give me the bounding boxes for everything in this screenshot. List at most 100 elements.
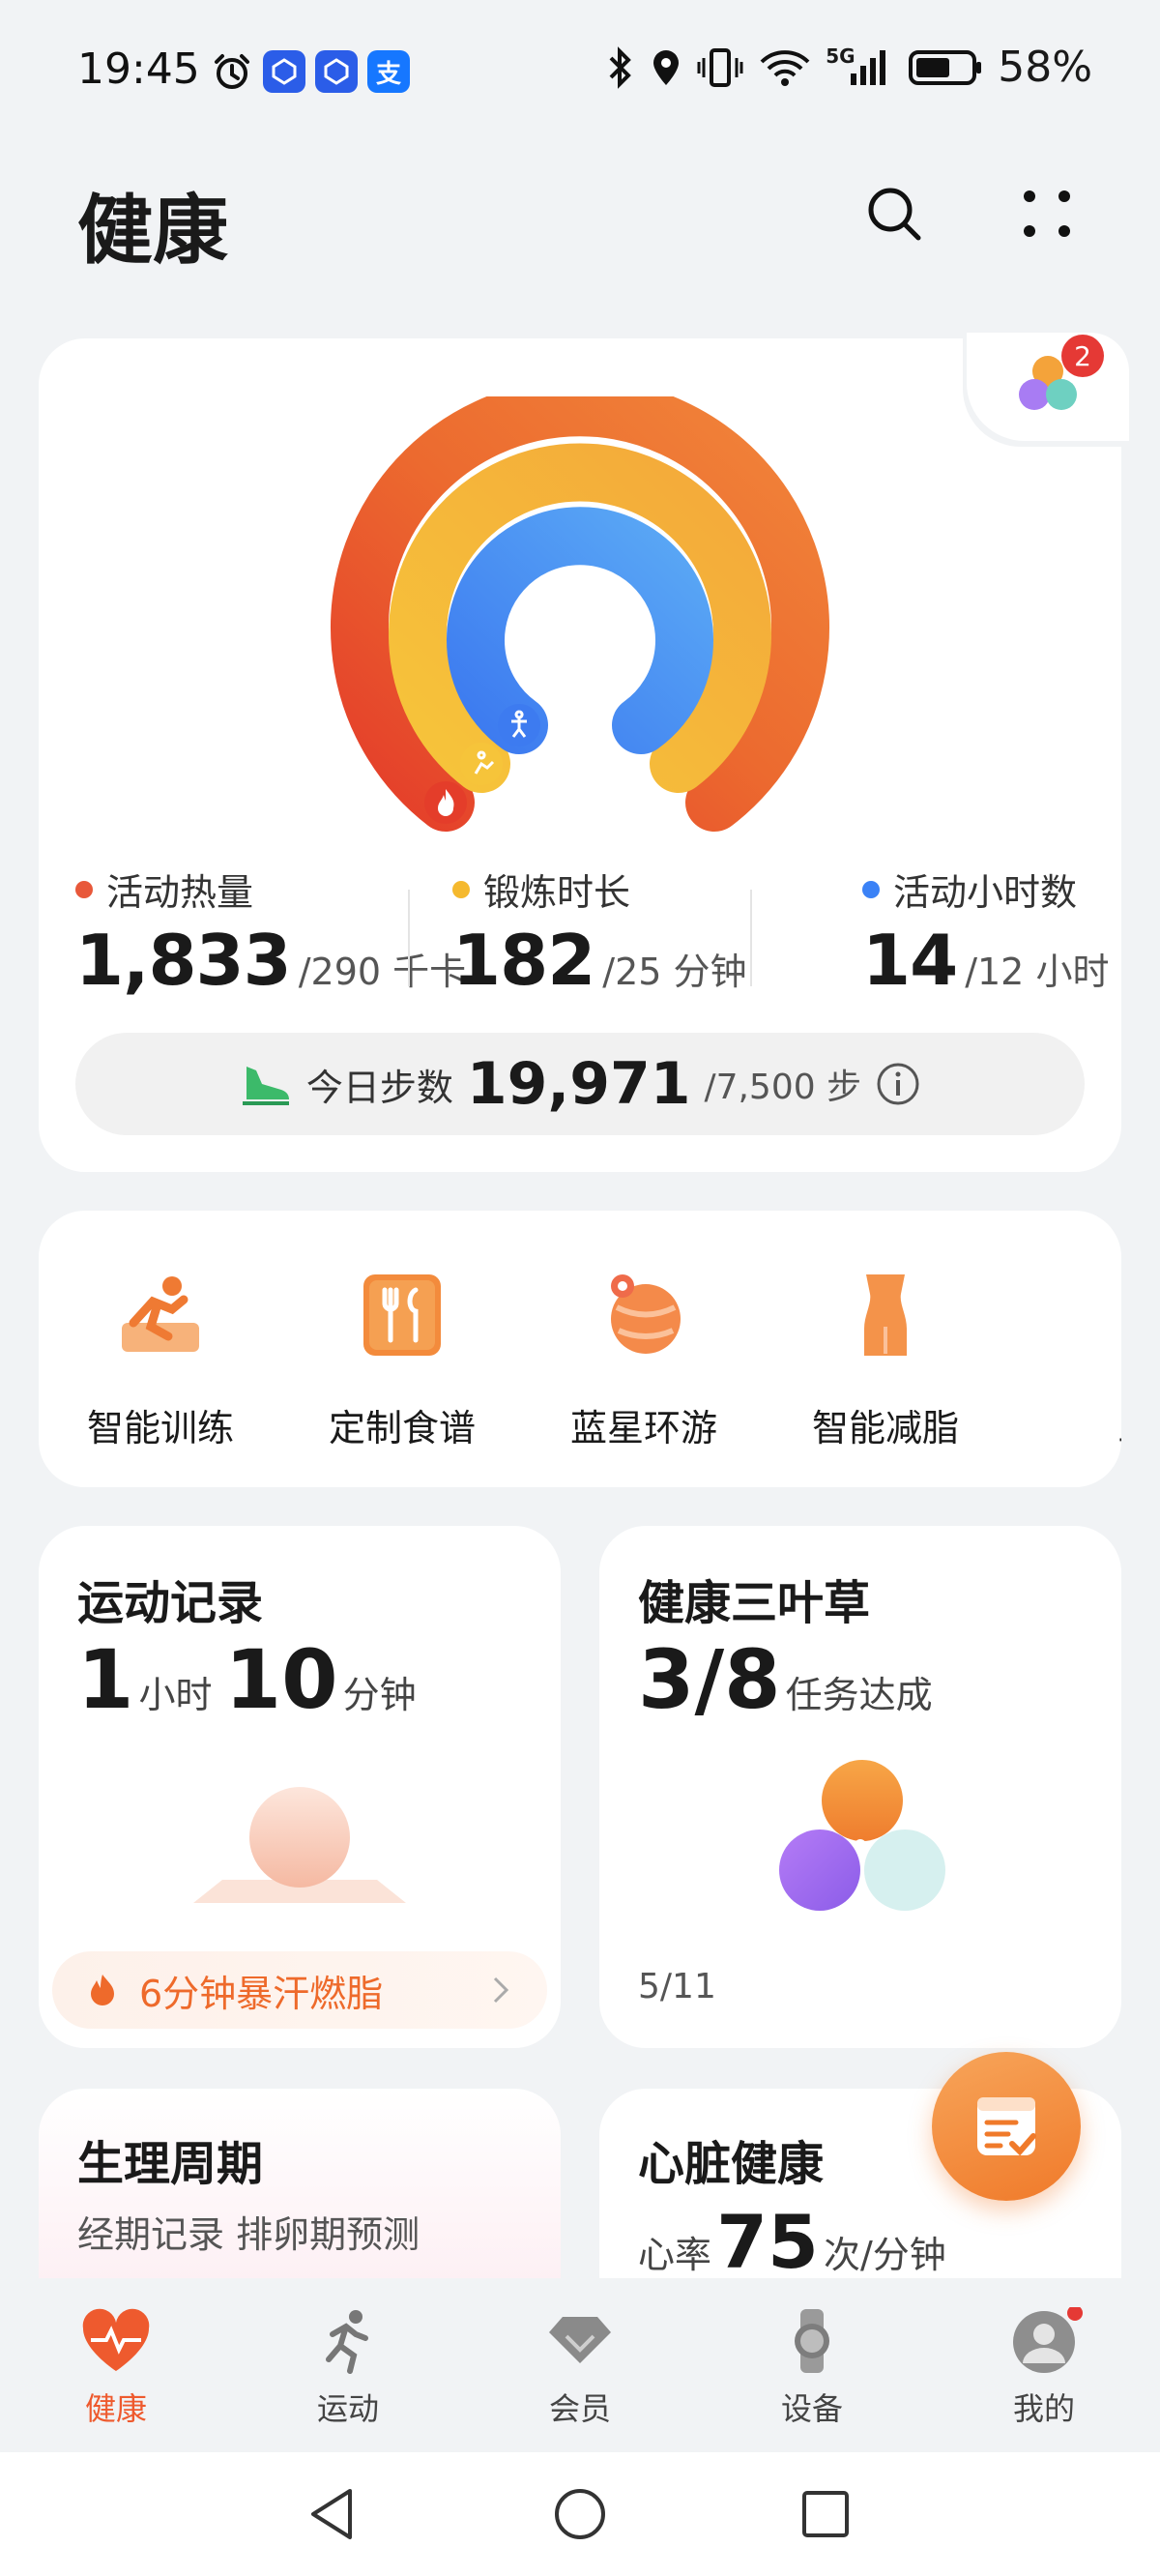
service-custom-recipe[interactable]: 定制食谱 bbox=[296, 1269, 508, 1451]
stat-label: 活动热量 bbox=[106, 871, 254, 914]
clover-date: 5/11 bbox=[638, 1967, 716, 2006]
page-title: 健康 bbox=[77, 188, 229, 275]
services-card: 智能训练 定制食谱 蓝星环游 智能减脂 三环 bbox=[39, 1211, 1121, 1487]
avatar-icon bbox=[1013, 2305, 1083, 2373]
nav-label: 我的 bbox=[1012, 2390, 1075, 2427]
app-icon bbox=[263, 50, 305, 93]
watch-icon bbox=[795, 2309, 829, 2373]
heart-rate-label: 心率 bbox=[638, 2234, 712, 2276]
divider bbox=[750, 890, 752, 986]
divider bbox=[408, 890, 410, 986]
card-title: 生理周期 bbox=[77, 2137, 264, 2191]
active-hours-ring bbox=[447, 507, 713, 754]
nav-label: 会员 bbox=[548, 2390, 611, 2427]
nav-label: 设备 bbox=[780, 2390, 843, 2427]
steps-value: 19,971 bbox=[466, 1050, 691, 1118]
stat-value: 182 bbox=[452, 920, 595, 1001]
notification-badge: 2 bbox=[1061, 335, 1104, 377]
battery-icon bbox=[909, 49, 982, 85]
rings-icon bbox=[1117, 1269, 1121, 1361]
card-title: 健康三叶草 bbox=[638, 1576, 871, 1630]
clover-progress: 3/8 任务达成 bbox=[638, 1632, 933, 1727]
status-indicators: 5G 58% bbox=[603, 43, 1092, 92]
recipe-icon bbox=[363, 1274, 441, 1356]
vibrate-icon bbox=[697, 47, 743, 87]
heart-pulse-icon bbox=[82, 2308, 150, 2371]
exercise-record-card[interactable]: 运动记录 1 小时 10 分钟 6分钟暴汗燃脂 bbox=[39, 1526, 561, 2048]
more-icon[interactable] bbox=[1013, 180, 1081, 248]
chevron-right-icon bbox=[493, 1976, 509, 2004]
search-icon[interactable] bbox=[860, 180, 928, 248]
minutes-value: 10 bbox=[224, 1632, 338, 1727]
info-icon[interactable] bbox=[875, 1061, 921, 1107]
service-blue-planet-tour[interactable]: 蓝星环游 bbox=[537, 1269, 750, 1451]
nav-exercise[interactable]: 运动 bbox=[271, 2307, 425, 2429]
recents-icon[interactable] bbox=[798, 2487, 853, 2541]
service-smart-fat-loss[interactable]: 智能减脂 bbox=[779, 1269, 992, 1451]
card-title: 运动记录 bbox=[77, 1576, 264, 1630]
training-icon bbox=[122, 1276, 199, 1352]
promo-text: 6分钟暴汗燃脂 bbox=[139, 1972, 384, 2015]
steps-pill[interactable]: 今日步数 19,971 /7,500 步 bbox=[75, 1033, 1085, 1135]
service-label: 三环 bbox=[1117, 1398, 1121, 1451]
body-icon bbox=[864, 1274, 907, 1356]
stat-active-hours: 活动小时数 14/12 小时 bbox=[862, 863, 1109, 1001]
service-label: 蓝星环游 bbox=[569, 1407, 717, 1449]
hours-unit: 小时 bbox=[138, 1674, 213, 1716]
heart-rate-value: 75 bbox=[716, 2199, 819, 2282]
back-icon[interactable] bbox=[305, 2485, 360, 2543]
service-smart-training[interactable]: 智能训练 bbox=[54, 1269, 267, 1451]
calories-dot bbox=[75, 880, 93, 898]
activity-rings-chart bbox=[331, 396, 829, 832]
stat-target: /290 千卡 bbox=[298, 951, 467, 993]
bluetooth-icon bbox=[609, 45, 632, 89]
bottom-navigation: 健康 运动 会员 设备 我的 bbox=[0, 2278, 1160, 2452]
home-icon[interactable] bbox=[551, 2485, 609, 2543]
card-title: 心脏健康 bbox=[638, 2137, 825, 2191]
clover-unit: 任务达成 bbox=[785, 1674, 933, 1716]
burn-promo[interactable]: 6分钟暴汗燃脂 bbox=[52, 1951, 547, 2029]
exercise-duration: 1 小时 10 分钟 bbox=[77, 1632, 417, 1727]
service-label: 定制食谱 bbox=[328, 1407, 476, 1449]
heart-rate: 心率 75 次/分钟 bbox=[638, 2199, 946, 2282]
wifi-icon bbox=[760, 49, 810, 86]
hours-value: 1 bbox=[77, 1632, 134, 1727]
card-subtitle: 经期记录 排卵期预测 bbox=[77, 2213, 420, 2256]
active-hours-dot bbox=[862, 880, 880, 898]
clover-shortcut-button[interactable] bbox=[967, 333, 1129, 441]
system-navigation-bar bbox=[0, 2452, 1160, 2576]
stat-value: 14 bbox=[862, 920, 958, 1001]
alarm-icon bbox=[211, 50, 253, 93]
health-clover-card[interactable]: 健康三叶草 3/8 任务达成 5/11 bbox=[599, 1526, 1121, 2048]
battery-percentage: 58% bbox=[998, 43, 1092, 92]
location-icon bbox=[653, 49, 680, 85]
clover-illustration bbox=[779, 1760, 945, 1911]
nav-membership[interactable]: 会员 bbox=[503, 2307, 657, 2429]
steps-target: /7,500 步 bbox=[704, 1068, 862, 1107]
service-label: 智能训练 bbox=[86, 1407, 234, 1449]
service-label: 智能减脂 bbox=[811, 1407, 959, 1449]
running-icon bbox=[326, 2310, 368, 2374]
nav-health[interactable]: 健康 bbox=[39, 2307, 193, 2429]
menstrual-cycle-card[interactable]: 生理周期 经期记录 排卵期预测 bbox=[39, 2089, 561, 2282]
exercise-dot bbox=[452, 880, 470, 898]
stat-label: 活动小时数 bbox=[893, 871, 1078, 914]
status-bar: 19:45 支 5G 58% bbox=[0, 0, 1160, 135]
clover-value: 3/8 bbox=[638, 1632, 781, 1727]
nav-me[interactable]: 我的 bbox=[967, 2305, 1121, 2429]
planet-icon bbox=[611, 1274, 681, 1354]
stat-exercise: 锻炼时长 182/25 分钟 bbox=[452, 863, 747, 1001]
nav-label: 运动 bbox=[316, 2390, 379, 2427]
signal-icon: 5G bbox=[826, 44, 893, 89]
service-three-rings[interactable]: 三环 bbox=[1021, 1269, 1121, 1451]
alipay-icon: 支 bbox=[367, 50, 410, 93]
stat-value: 1,833 bbox=[75, 920, 292, 1001]
record-fab-button[interactable] bbox=[932, 2052, 1081, 2201]
flame-icon bbox=[91, 1975, 114, 2005]
stat-target: /12 小时 bbox=[965, 951, 1110, 993]
exercise-ball-illustration bbox=[193, 1787, 406, 1903]
nav-label: 健康 bbox=[84, 2390, 147, 2427]
diamond-icon bbox=[549, 2317, 611, 2363]
nav-devices[interactable]: 设备 bbox=[735, 2307, 889, 2429]
steps-label: 今日步数 bbox=[305, 1066, 453, 1109]
